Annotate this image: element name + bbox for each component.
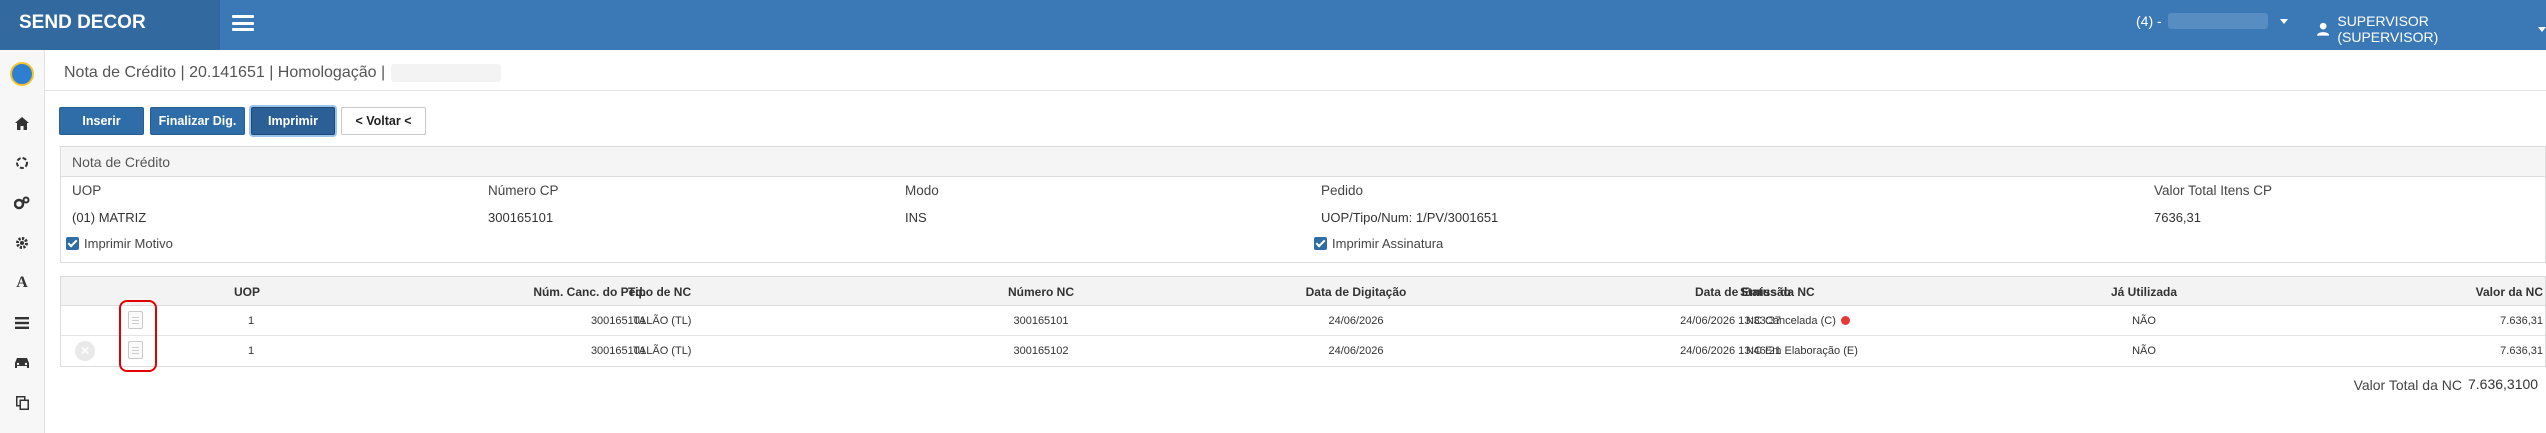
cogs-icon[interactable]	[13, 194, 31, 212]
cancel-icon[interactable]: ✕	[75, 341, 95, 361]
nota-credito-panel: Nota de Crédito UOP (01) MATRIZ Número C…	[60, 146, 2546, 263]
brand-logo-text[interactable]: SEND DECOR	[0, 0, 220, 50]
cell-numero-nc: 300165101	[1013, 315, 1069, 327]
user-menu[interactable]: SUPERVISOR (SUPERVISOR)	[2317, 13, 2546, 45]
chevron-down-icon	[2538, 26, 2546, 32]
breadcrumb-text: Nota de Crédito | 20.141651 | Homologaçã…	[64, 64, 386, 81]
list-icon[interactable]	[13, 314, 31, 332]
cell-tipo-nc: TALÃO (TL)	[633, 315, 692, 327]
col-header-num-canc[interactable]: Núm. Canc. do Ped.	[441, 285, 646, 299]
org-selector[interactable]: (4) -	[2136, 13, 2288, 29]
refresh-icon[interactable]	[13, 154, 31, 172]
org-selector-label: (4) -	[2136, 13, 2162, 29]
imprimir-assinatura-label: Imprimir Assinatura	[1332, 236, 1444, 251]
panel-title: Nota de Crédito	[61, 147, 2545, 177]
cell-tipo-nc: TALÃO (TL)	[633, 345, 692, 357]
cell-num-canc: 300165101	[590, 345, 646, 357]
total-label: Valor Total da NC	[2353, 377, 2462, 393]
annotation-highlight	[119, 300, 157, 372]
imprimir-button[interactable]: Imprimir	[251, 107, 335, 135]
col-header-tipo-nc[interactable]: Tipo de NC	[628, 285, 691, 299]
total-value: 7.636,3100	[2468, 376, 2539, 392]
field-label-numero-cp: Número CP	[488, 183, 559, 198]
car-icon[interactable]	[13, 354, 31, 372]
cell-status-nc: NC Em Elaboração (E)	[1746, 345, 1858, 357]
imprimir-motivo-checkbox[interactable]: Imprimir Motivo	[66, 236, 173, 251]
col-header-uop[interactable]: UOP	[234, 285, 260, 299]
imprimir-motivo-label: Imprimir Motivo	[84, 236, 173, 251]
col-header-status-nc[interactable]: Status da NC	[1740, 285, 1815, 299]
field-value-numero-cp: 300165101	[488, 210, 554, 225]
col-header-valor-nc[interactable]: Valor da NC	[2301, 285, 2543, 299]
home-icon[interactable]	[13, 114, 31, 132]
cell-ja-utilizada: NÃO	[2132, 345, 2156, 357]
field-value-pedido: UOP/Tipo/Num: 1/PV/3001651	[1321, 210, 1499, 225]
user-name: SUPERVISOR (SUPERVISOR)	[2337, 13, 2439, 45]
cell-valor-nc: 7.636,31	[2500, 345, 2543, 357]
chevron-down-icon	[2279, 18, 2288, 24]
cell-ja-utilizada: NÃO	[2132, 315, 2156, 327]
breadcrumb-redacted	[391, 64, 502, 82]
field-label-valor-total: Valor Total Itens CP	[2154, 183, 2273, 198]
inserir-button[interactable]: Inserir	[59, 107, 144, 135]
cell-status-nc-text: NC Cancelada (C)	[1746, 315, 1836, 327]
col-header-ja-utilizada[interactable]: Já Utilizada	[2069, 285, 2219, 299]
status-cancelled-icon	[1840, 316, 1850, 325]
imprimir-assinatura-checkbox[interactable]: Imprimir Assinatura	[1314, 236, 1443, 251]
finalizar-digitacao-button[interactable]: Finalizar Dig.	[150, 107, 245, 135]
cell-status-nc: NC Cancelada (C)	[1746, 315, 1850, 327]
field-label-modo: Modo	[905, 183, 939, 198]
breadcrumb: Nota de Crédito | 20.141651 | Homologaçã…	[64, 64, 502, 82]
grid-header: UOP Núm. Canc. do Ped. Tipo de NC Número…	[61, 277, 2545, 306]
checkbox-checked-icon	[66, 237, 79, 250]
copy-icon[interactable]	[13, 394, 31, 412]
col-header-numero-nc[interactable]: Número NC	[961, 285, 1121, 299]
cell-numero-nc: 300165102	[1013, 345, 1069, 357]
cell-num-canc: 300165101	[590, 315, 646, 327]
org-name-redacted	[2167, 13, 2268, 29]
cell-data-digitacao: 24/06/2026	[1328, 315, 1384, 327]
field-value-modo: INS	[905, 210, 927, 225]
table-row[interactable]: ✕ 1 300165101 TALÃO (TL) 300165102 24/06…	[61, 336, 2545, 366]
field-label-pedido: Pedido	[1321, 183, 1364, 198]
voltar-button[interactable]: < Voltar <	[341, 107, 426, 135]
field-value-valor-total: 7636,31	[2154, 210, 2201, 225]
table-row[interactable]: 1 300165101 TALÃO (TL) 300165101 24/06/2…	[61, 306, 2545, 336]
checkbox-checked-icon	[1314, 237, 1327, 250]
cell-data-digitacao: 24/06/2026	[1328, 345, 1384, 357]
gear-icon[interactable]	[13, 234, 31, 252]
divider	[45, 90, 2546, 91]
col-header-data-digitacao[interactable]: Data de Digitação	[1256, 285, 1456, 299]
field-value-uop: (01) MATRIZ	[72, 210, 147, 225]
cell-valor-nc: 7.636,31	[2500, 315, 2543, 327]
top-header: SEND DECOR (4) - SUPERVISOR (SUPERVISOR)	[0, 0, 2546, 50]
sidebar: A	[0, 50, 45, 433]
cell-uop: 1	[247, 315, 255, 327]
field-label-uop: UOP	[72, 183, 102, 198]
cell-uop: 1	[247, 345, 255, 357]
app-logo-icon[interactable]	[10, 62, 34, 86]
nc-grid: UOP Núm. Canc. do Ped. Tipo de NC Número…	[60, 276, 2546, 367]
menu-toggle-icon[interactable]	[232, 13, 254, 33]
font-icon[interactable]: A	[13, 274, 31, 292]
user-icon	[2317, 22, 2330, 36]
